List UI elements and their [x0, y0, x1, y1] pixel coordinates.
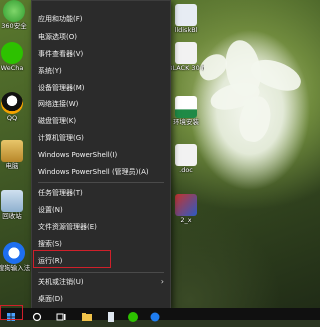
desktop-icon-label: 2_x — [180, 216, 192, 224]
file-icon — [175, 4, 197, 26]
menu-item-file-explorer[interactable]: 文件资源管理器(E) — [32, 219, 170, 235]
search-circle-icon[interactable] — [28, 308, 46, 322]
task-view-icon[interactable] — [52, 308, 70, 321]
desktop-icon-label: QQ — [6, 114, 18, 122]
desktop-icon-sogou[interactable]: 搜狗输入法 — [0, 242, 32, 272]
desktop-icon-label: lldiskBl — [174, 26, 198, 34]
recycle-bin-icon — [1, 190, 23, 212]
desktop-icon-wechat[interactable]: WeCha — [0, 42, 30, 72]
menu-item-label: 关机或注销(U) — [38, 278, 84, 286]
menu-separator — [38, 272, 164, 273]
desktop-icon-label: 360安全 — [1, 22, 27, 30]
menu-item-search[interactable]: 搜索(S) — [32, 236, 170, 252]
desktop-icon-disk[interactable]: lldiskBl — [168, 4, 204, 34]
desktop-icon-label: WeCha — [0, 64, 24, 72]
wechat-icon — [1, 42, 23, 64]
chevron-right-icon: › — [160, 277, 164, 286]
menu-item-computer-management[interactable]: 计算机管理(G) — [32, 130, 170, 146]
menu-item-power-options[interactable]: 电源选项(O) — [32, 29, 170, 45]
desktop-icon-label: .doc — [179, 166, 193, 174]
menu-item-desktop[interactable]: 桌面(D) — [32, 291, 170, 307]
file-icon[interactable] — [102, 308, 120, 322]
app-icon[interactable] — [146, 308, 164, 322]
winx-context-menu: 应用和功能(F) 电源选项(O) 事件查看器(V) 系统(Y) 设备管理器(M)… — [31, 0, 171, 309]
menu-item-network-connections[interactable]: 网络连接(W) — [32, 96, 170, 112]
desktop-icon-label: 电脑 — [5, 162, 19, 170]
desktop-icon-label: 回收站 — [2, 212, 22, 220]
app-icon — [175, 194, 197, 216]
desktop-icon-label: 环境安装 — [173, 118, 199, 126]
menu-item-disk-management[interactable]: 磁盘管理(K) — [32, 113, 170, 129]
desktop-icon-env[interactable]: 环境安装 — [168, 96, 204, 126]
menu-item-device-manager[interactable]: 设备管理器(M) — [32, 80, 170, 96]
desktop-icon-black[interactable]: BLACK 30 N — [168, 42, 204, 72]
document-icon — [175, 42, 197, 64]
menu-separator — [38, 182, 164, 183]
qq-penguin-icon — [1, 92, 23, 114]
wechat-icon[interactable] — [124, 308, 142, 322]
menu-item-powershell[interactable]: Windows PowerShell(I) — [32, 147, 170, 163]
desktop-icon-label: BLACK 30 N — [168, 64, 204, 72]
menu-item-run[interactable]: 运行(R) — [32, 253, 170, 269]
menu-item-shutdown-signout[interactable]: 关机或注销(U) › — [32, 274, 170, 290]
menu-item-settings[interactable]: 设置(N) — [32, 202, 170, 218]
excel-icon — [175, 96, 197, 118]
word-icon — [175, 144, 197, 166]
desktop-icon-qq[interactable]: QQ — [0, 92, 30, 122]
desktop-icon-computer[interactable]: 电脑 — [0, 140, 30, 170]
windows-start-icon[interactable] — [2, 308, 20, 321]
desktop-icon-x[interactable]: 2_x — [168, 194, 204, 224]
desktop-icon-360[interactable]: 360安全 — [0, 0, 32, 30]
taskbar — [0, 308, 320, 322]
menu-item-powershell-admin[interactable]: Windows PowerShell (管理员)(A) — [32, 164, 170, 180]
360-icon — [3, 0, 25, 22]
menu-item-task-manager[interactable]: 任务管理器(T) — [32, 185, 170, 201]
desktop-icon-label: 搜狗输入法 — [0, 264, 31, 272]
menu-item-event-viewer[interactable]: 事件查看器(V) — [32, 46, 170, 62]
desktop-icon-recycle[interactable]: 回收站 — [0, 190, 30, 220]
sogou-icon — [3, 242, 25, 264]
menu-item-apps-features[interactable]: 应用和功能(F) — [32, 11, 170, 27]
menu-item-system[interactable]: 系统(Y) — [32, 63, 170, 79]
desktop-icon-doc[interactable]: .doc — [168, 144, 204, 174]
explorer-icon[interactable] — [78, 308, 96, 321]
computer-icon — [1, 140, 23, 162]
